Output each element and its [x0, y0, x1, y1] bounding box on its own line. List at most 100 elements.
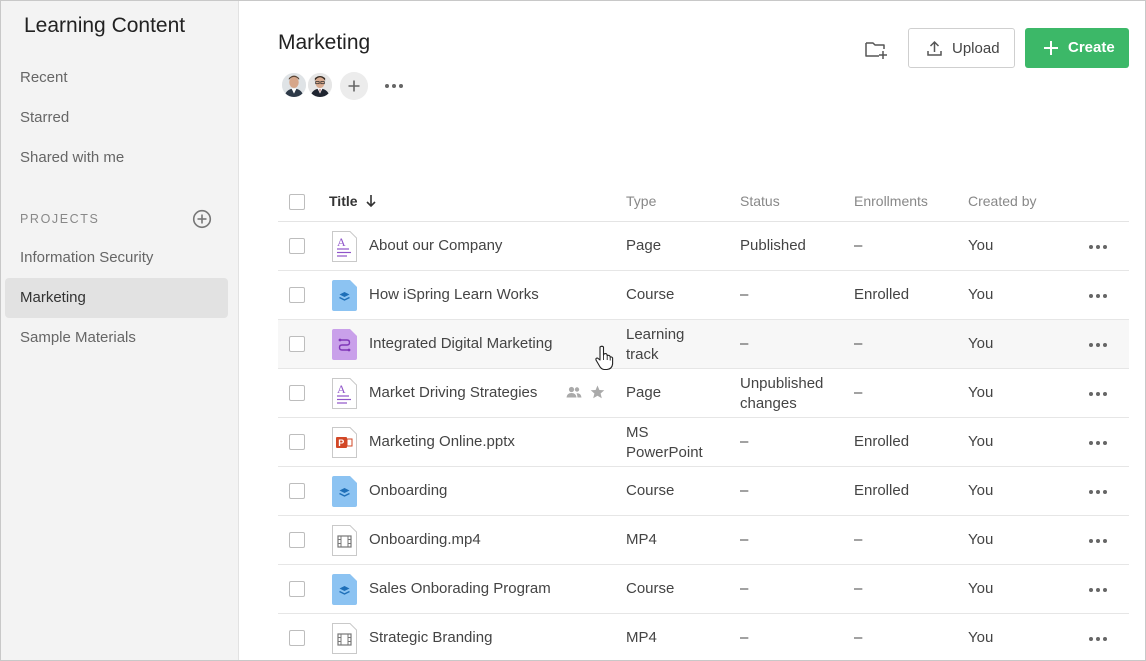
table-row[interactable]: A About our Company Page Published – You — [278, 222, 1129, 271]
row-status: – — [740, 482, 749, 499]
sidebar-item-recent[interactable]: Recent — [5, 58, 228, 98]
column-created-by[interactable]: Created by — [968, 193, 1036, 209]
upload-button[interactable]: Upload — [908, 28, 1015, 68]
row-type: MS PowerPoint — [626, 423, 703, 463]
column-type[interactable]: Type — [626, 193, 656, 209]
avatar[interactable] — [280, 71, 308, 99]
table-body: A About our Company Page Published – You How i… — [278, 222, 1129, 660]
table-row[interactable]: Onboarding.mp4 MP4 – – You — [278, 516, 1129, 565]
add-project-icon[interactable] — [192, 209, 212, 229]
plus-icon — [1044, 41, 1058, 55]
row-enrollments: – — [854, 237, 863, 254]
row-title[interactable]: About our Company — [369, 236, 502, 256]
row-more-icon[interactable] — [1086, 529, 1110, 553]
row-more-icon[interactable] — [1086, 284, 1110, 308]
row-created-by: You — [968, 482, 994, 499]
row-checkbox[interactable] — [289, 434, 305, 450]
row-checkbox[interactable] — [289, 336, 305, 352]
row-created-by: You — [968, 335, 994, 352]
add-member-button[interactable] — [340, 72, 368, 100]
sidebar-item-sample-materials[interactable]: Sample Materials — [5, 318, 228, 358]
row-checkbox[interactable] — [289, 581, 305, 597]
row-checkbox[interactable] — [289, 532, 305, 548]
row-title[interactable]: Marketing Online.pptx — [369, 432, 515, 452]
row-enrollments: – — [854, 580, 863, 597]
row-status: – — [740, 433, 749, 450]
svg-text:A: A — [337, 382, 346, 396]
row-flags — [566, 385, 605, 401]
table-row[interactable]: Sales Onborading Program Course – – You — [278, 565, 1129, 614]
new-folder-icon[interactable] — [863, 36, 889, 62]
course-icon — [332, 574, 357, 605]
column-enrollments[interactable]: Enrollments — [854, 193, 928, 209]
table-row[interactable]: Onboarding Course – Enrolled You — [278, 467, 1129, 516]
course-icon — [332, 280, 357, 311]
row-checkbox[interactable] — [289, 287, 305, 303]
row-created-by: You — [968, 531, 994, 548]
sidebar-title: Learning Content — [24, 14, 186, 37]
content-table: Title Type Status Enrollments Created by… — [278, 181, 1129, 660]
video-icon — [332, 623, 357, 654]
table-row[interactable]: Integrated Digital Marketing Learning trac… — [278, 320, 1129, 369]
learning-track-icon — [332, 329, 357, 360]
course-icon — [332, 476, 357, 507]
hand-cursor-icon — [595, 345, 614, 371]
table-row[interactable]: P Marketing Online.pptx MS PowerPoint – Enrol… — [278, 418, 1129, 467]
powerpoint-icon: P — [332, 427, 357, 458]
upload-label: Upload — [952, 40, 1000, 57]
row-type-line: PowerPoint — [626, 444, 703, 461]
svg-text:P: P — [338, 438, 344, 448]
row-more-icon[interactable] — [1086, 431, 1110, 455]
row-title[interactable]: Onboarding — [369, 481, 447, 501]
row-type: Course — [626, 482, 675, 499]
row-status: Unpublished changes — [740, 374, 823, 414]
avatar[interactable] — [306, 71, 334, 99]
row-more-icon[interactable] — [1086, 480, 1110, 504]
row-title[interactable]: How iSpring Learn Works — [369, 285, 539, 305]
column-status[interactable]: Status — [740, 193, 780, 209]
sidebar-item-starred[interactable]: Starred — [5, 98, 228, 138]
row-created-by: You — [968, 237, 994, 254]
row-more-icon[interactable] — [1086, 333, 1110, 357]
row-type: MP4 — [626, 531, 657, 548]
row-created-by: You — [968, 580, 994, 597]
create-button[interactable]: Create — [1025, 28, 1129, 68]
sidebar-item-information-security[interactable]: Information Security — [5, 238, 228, 278]
row-title[interactable]: Sales Onborading Program — [369, 579, 551, 599]
column-title[interactable]: Title — [329, 193, 377, 209]
create-label: Create — [1068, 39, 1115, 56]
row-enrollments: – — [854, 335, 863, 352]
row-more-icon[interactable] — [1086, 235, 1110, 259]
row-checkbox[interactable] — [289, 630, 305, 646]
star-icon[interactable] — [590, 385, 605, 399]
sidebar-item-shared-with-me[interactable]: Shared with me — [5, 138, 228, 178]
table-row[interactable]: Strategic Branding MP4 – – You — [278, 614, 1129, 660]
table-row[interactable]: How iSpring Learn Works Course – Enrolled Yo… — [278, 271, 1129, 320]
app-window: Learning Content Recent Starred Shared w… — [0, 0, 1146, 661]
row-more-icon[interactable] — [1086, 382, 1110, 406]
row-checkbox[interactable] — [289, 483, 305, 499]
row-title[interactable]: Integrated Digital Marketing — [369, 334, 552, 354]
row-created-by: You — [968, 629, 994, 646]
row-checkbox[interactable] — [289, 238, 305, 254]
svg-text:A: A — [337, 235, 346, 249]
row-enrollments: – — [854, 384, 863, 401]
projects-heading: PROJECTS — [20, 212, 100, 226]
row-status-line: changes — [740, 395, 797, 412]
row-type: Learning track — [626, 325, 684, 365]
row-more-icon[interactable] — [1086, 578, 1110, 602]
select-all-checkbox[interactable] — [289, 194, 305, 210]
row-checkbox[interactable] — [289, 385, 305, 401]
table-row[interactable]: A Market Driving Strategies Page Unpublishe… — [278, 369, 1129, 418]
row-type-line: MS — [626, 424, 649, 441]
row-title[interactable]: Strategic Branding — [369, 628, 492, 648]
row-title[interactable]: Onboarding.mp4 — [369, 530, 481, 550]
more-options-icon[interactable] — [382, 74, 406, 98]
sidebar: Learning Content Recent Starred Shared w… — [1, 1, 239, 660]
row-status: Published — [740, 237, 806, 254]
row-more-icon[interactable] — [1086, 627, 1110, 651]
row-enrollments: Enrolled — [854, 433, 910, 450]
row-title[interactable]: Market Driving Strategies — [369, 383, 537, 403]
row-type: Page — [626, 237, 662, 254]
sidebar-item-marketing[interactable]: Marketing — [5, 278, 228, 318]
